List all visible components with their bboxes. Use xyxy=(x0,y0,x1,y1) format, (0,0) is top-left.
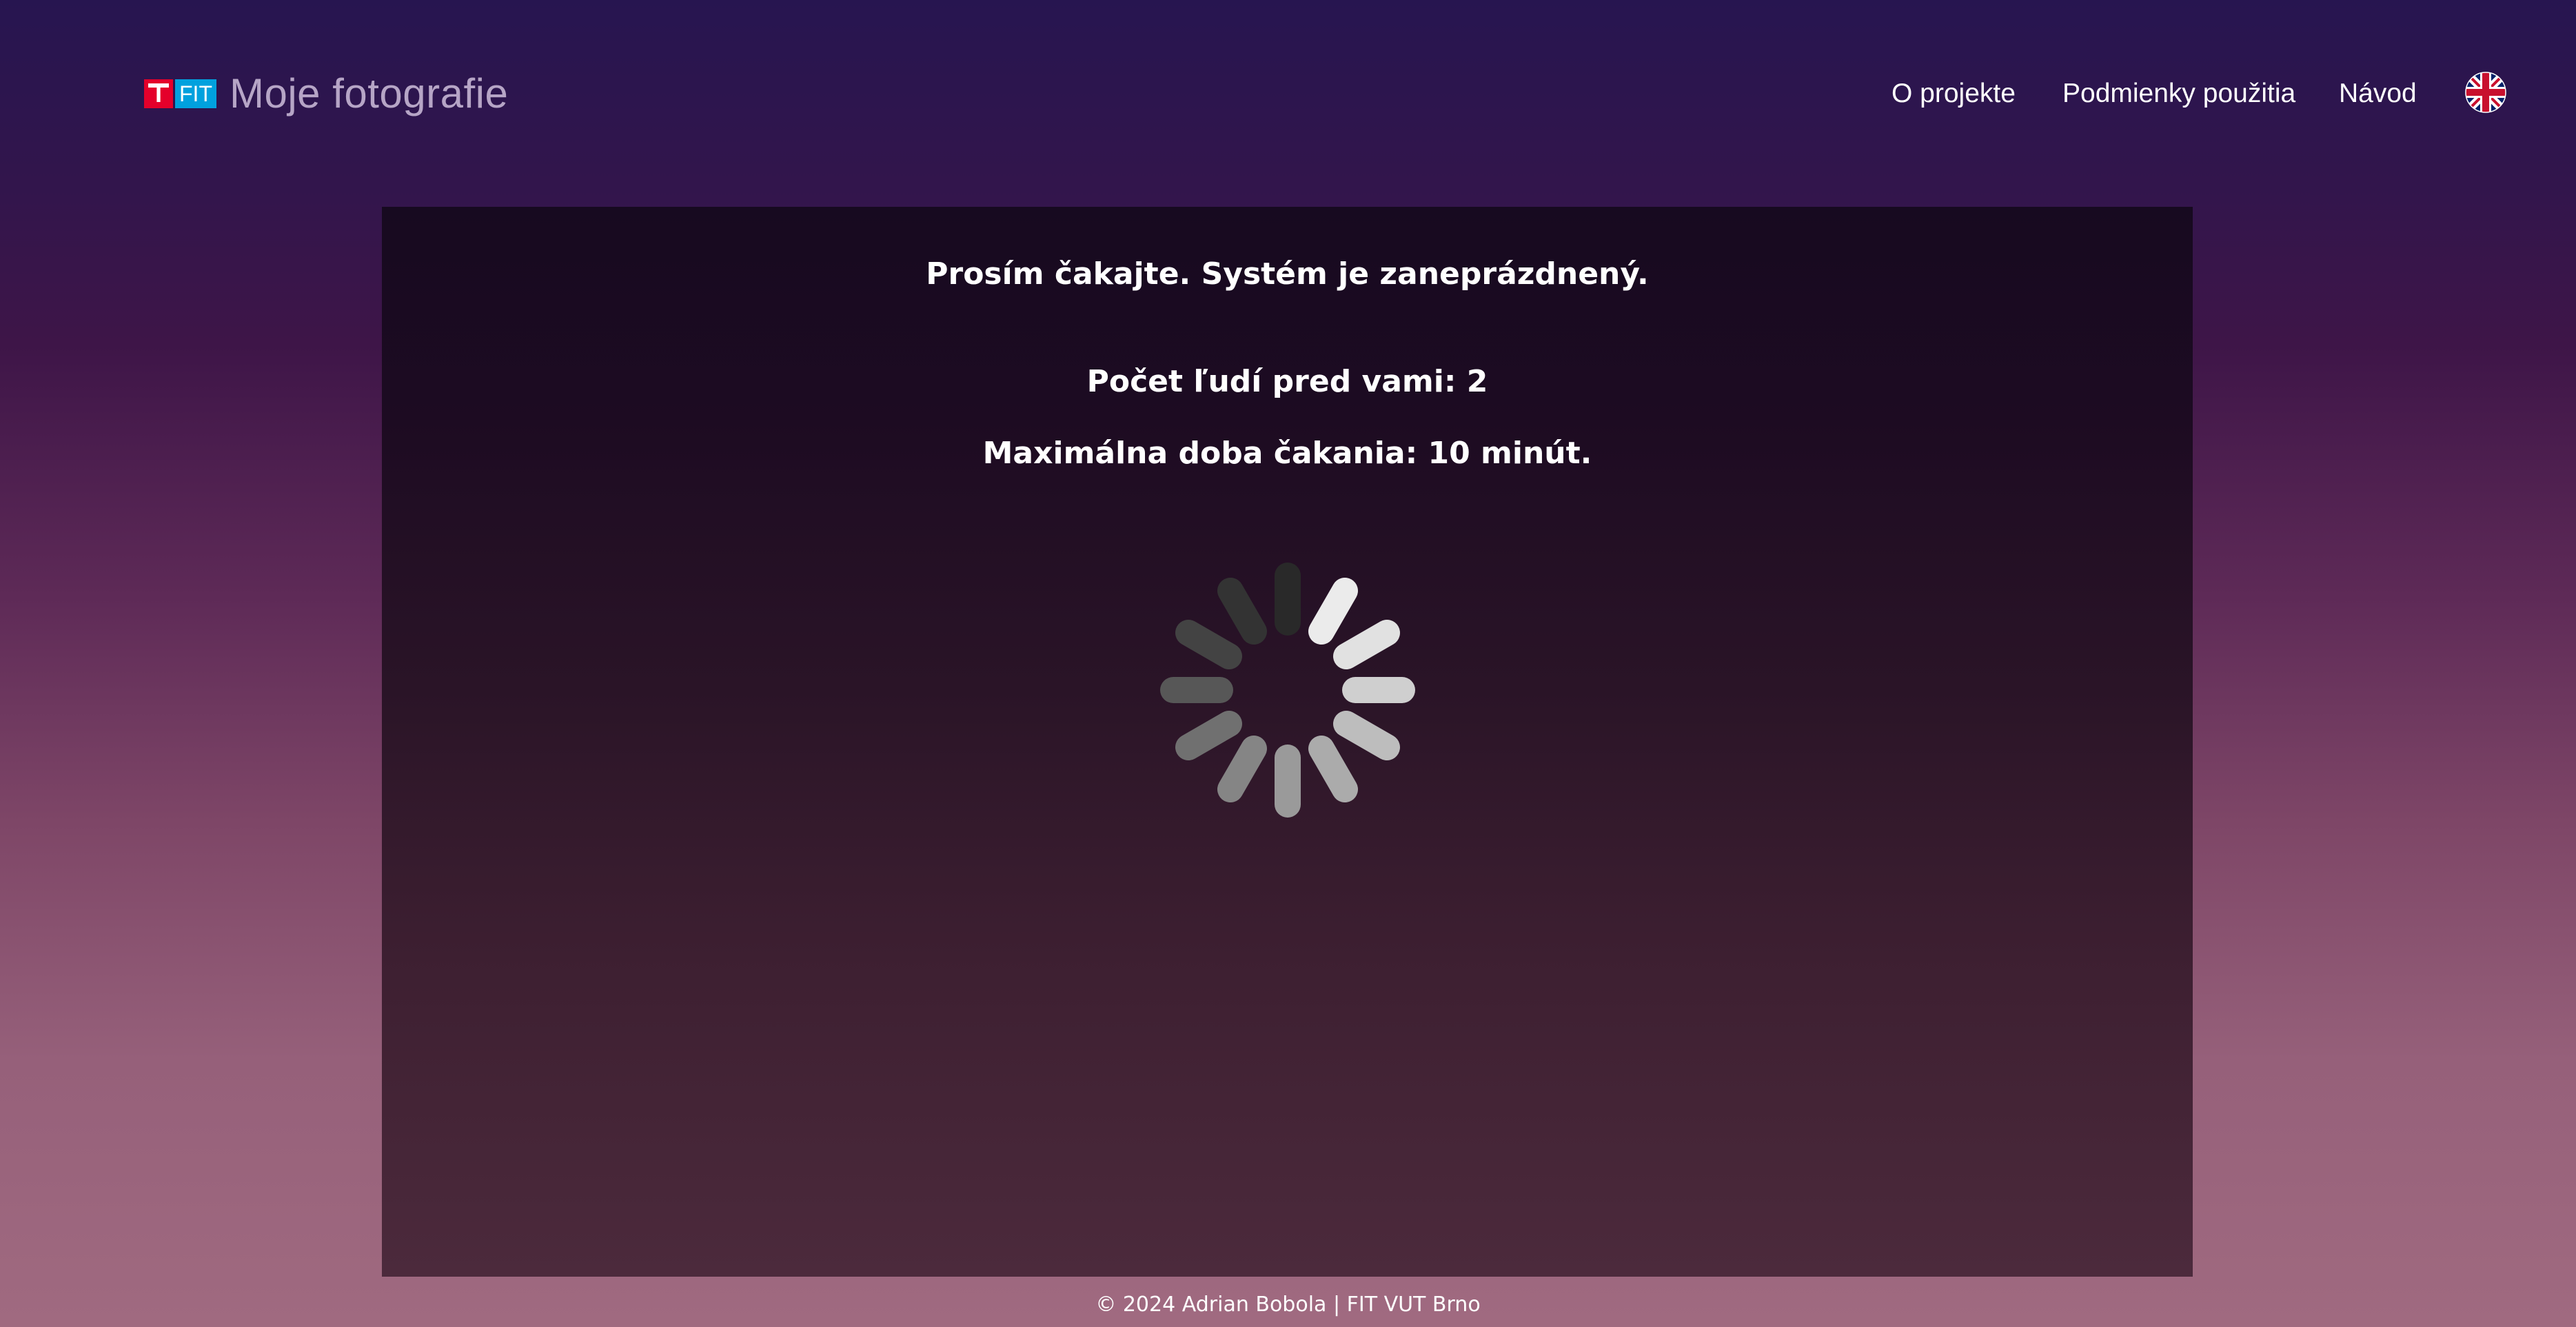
spinner-spoke xyxy=(1175,711,1242,760)
site-header: T FIT Moje fotografie O projekte Podmien… xyxy=(0,0,2576,186)
spinner-spoke xyxy=(1308,578,1358,645)
spinner-spoke xyxy=(1333,711,1400,760)
nav-link-guide[interactable]: Návod xyxy=(2339,74,2417,113)
spinner-spoke xyxy=(1217,736,1267,802)
nav-link-about[interactable]: O projekte xyxy=(1892,74,2016,113)
fit-logo[interactable]: T FIT xyxy=(144,77,216,110)
spinner-spoke xyxy=(1175,620,1242,669)
site-title[interactable]: Moje fotografie xyxy=(230,66,508,121)
max-wait-time: Maximálna doba čakania: 10 minút. xyxy=(982,436,1592,471)
spinner-spoke xyxy=(1308,736,1358,802)
nav-link-terms[interactable]: Podmienky použitia xyxy=(2062,74,2295,113)
wait-message: Prosím čakajte. Systém je zaneprázdnený. xyxy=(926,256,1649,292)
footer-copyright: © 2024 Adrian Bobola | FIT VUT Brno xyxy=(1095,1293,1481,1317)
logo-text: FIT xyxy=(175,79,216,108)
queue-position: Počet ľudí pred vami: 2 xyxy=(1086,364,1488,399)
logo-mark: T xyxy=(144,79,173,108)
uk-flag-icon[interactable] xyxy=(2465,72,2506,113)
waiting-panel: Prosím čakajte. Systém je zaneprázdnený.… xyxy=(382,207,2193,1277)
loading-spinner-icon xyxy=(1160,563,1415,818)
spinner-spoke xyxy=(1333,620,1400,669)
spinner-spoke xyxy=(1217,578,1267,645)
